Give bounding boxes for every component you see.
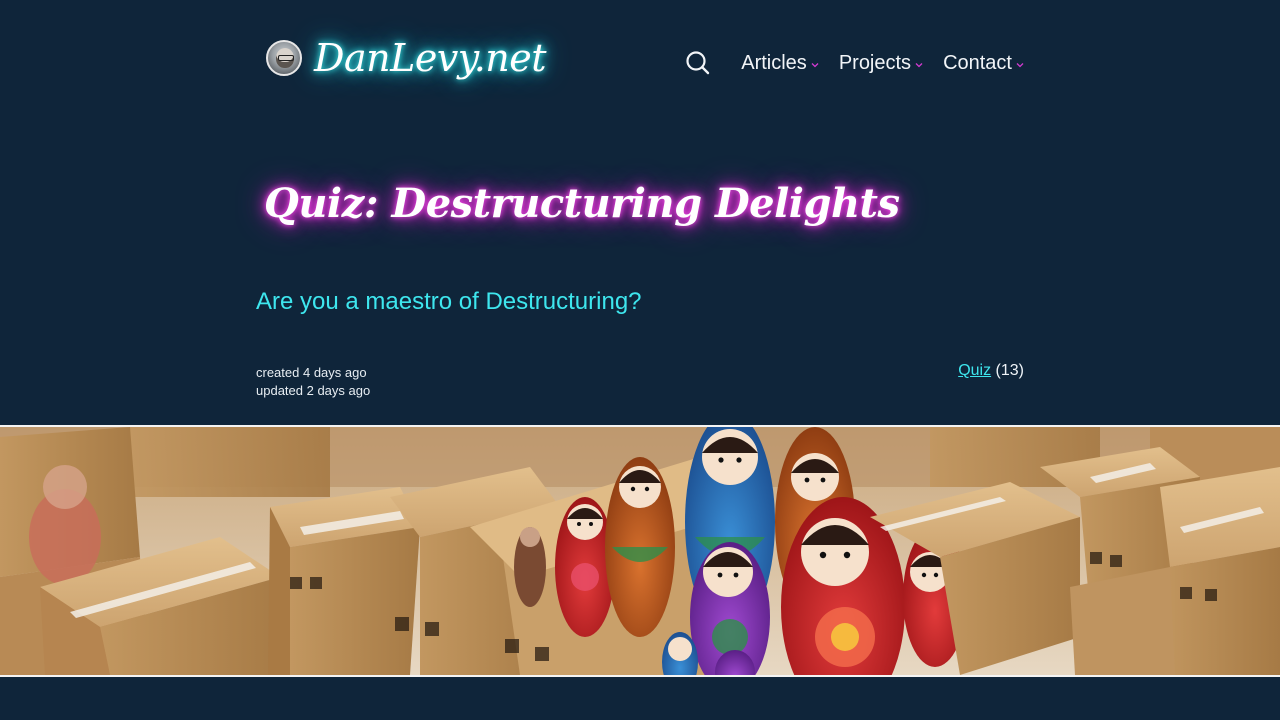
chevron-down-icon (1016, 63, 1024, 68)
nav-projects-label: Projects (838, 51, 912, 74)
page-title: Quiz: Destructuring Delights (264, 180, 900, 227)
nav-contact[interactable]: Contact (943, 52, 1024, 75)
site-name: DanLevy.net (314, 36, 547, 80)
hero-illustration (0, 427, 1280, 675)
post-dates: created 4 days ago updated 2 days ago (256, 364, 370, 400)
created-date: created 4 days ago (256, 365, 367, 380)
tag-count: (13) (995, 362, 1024, 379)
page-subtitle: Are you a maestro of Destructuring? (256, 288, 642, 315)
page: DanLevy.net Articles Projects Contact Qu… (0, 0, 1280, 720)
hero-image (0, 425, 1280, 677)
site-header: DanLevy.net Articles Projects Contact (256, 28, 1024, 100)
nav-contact-label: Contact (943, 51, 1012, 74)
main-nav: Articles Projects Contact (685, 50, 1024, 76)
avatar (266, 40, 302, 76)
post-tags: Quiz (13) (958, 362, 1024, 380)
nav-articles-label: Articles (741, 51, 807, 74)
tag-link-quiz[interactable]: Quiz (958, 362, 991, 379)
nav-projects[interactable]: Projects (839, 52, 923, 75)
updated-date: updated 2 days ago (256, 383, 371, 398)
chevron-down-icon (915, 63, 923, 68)
search-icon[interactable] (685, 50, 711, 76)
nav-articles[interactable]: Articles (741, 52, 819, 75)
chevron-down-icon (811, 63, 819, 68)
site-logo-link[interactable]: DanLevy.net (256, 28, 547, 80)
